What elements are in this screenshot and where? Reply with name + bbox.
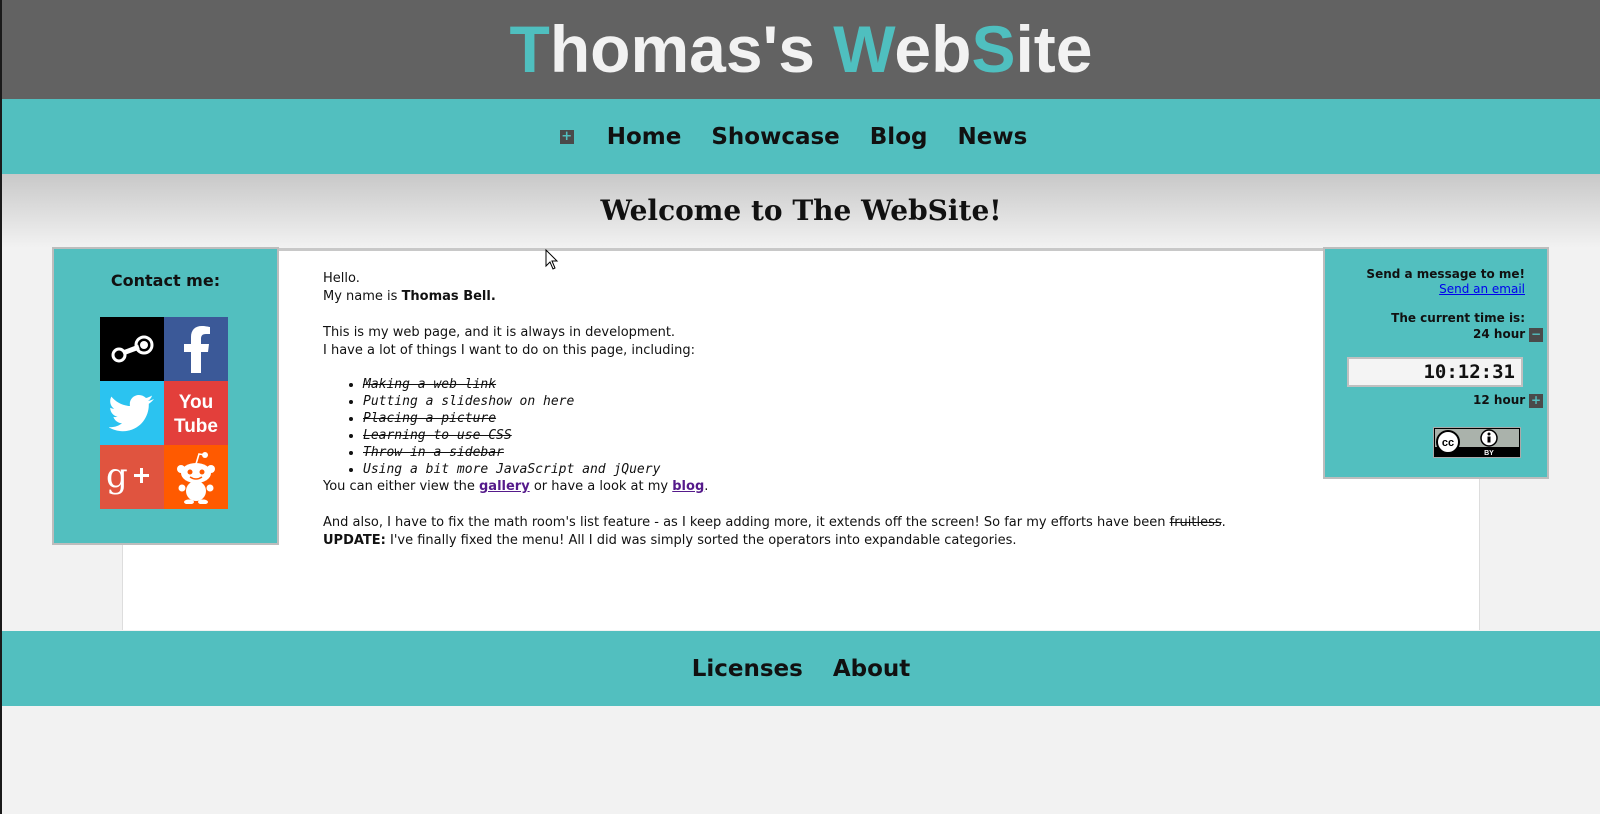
youtube-icon[interactable]: You Tube	[164, 381, 228, 445]
contact-panel: Contact me: You Tube g	[52, 247, 279, 545]
plus-icon[interactable]: +	[1529, 393, 1543, 408]
footer-nav: Licenses About	[2, 631, 1600, 706]
creative-commons-badge[interactable]: cc BY	[1433, 427, 1521, 458]
svg-text:Tube: Tube	[174, 416, 218, 437]
hour24-label: 24 hour	[1473, 327, 1526, 341]
list-item: Making a web link	[363, 376, 1273, 393]
title-part: S	[971, 12, 1016, 86]
svg-text:cc: cc	[1442, 437, 1454, 449]
welcome-band: Welcome to The WebSite!	[2, 174, 1600, 248]
right-sidebar: Send a message to me! Send an email The …	[1323, 247, 1549, 479]
expand-menu-icon[interactable]: +	[559, 129, 574, 144]
fruitless-text: fruitless	[1169, 515, 1222, 530]
main-nav: + Home Showcase Blog News	[2, 99, 1600, 174]
nav-showcase-link[interactable]: Showcase	[711, 124, 839, 150]
hour12-label: 12 hour	[1473, 393, 1526, 407]
list-item: Putting a slideshow on here	[363, 393, 1273, 410]
page-title: Welcome to The WebSite!	[600, 194, 1002, 227]
intro-line-1: This is my web page, and it is always in…	[323, 325, 676, 340]
site-header: Thomas's WebSite	[2, 0, 1600, 99]
update-label: UPDATE:	[323, 533, 386, 548]
title-part: T	[509, 12, 550, 86]
footer-licenses-link[interactable]: Licenses	[692, 656, 803, 682]
contact-title: Contact me:	[110, 271, 221, 290]
update-paragraph: And also, I have to fix the math room's …	[323, 514, 1273, 550]
title-part: ite	[1015, 12, 1093, 86]
nav-home-link[interactable]: Home	[607, 124, 682, 150]
name-prefix: My name is	[323, 289, 402, 304]
license-badge-text: BY	[1484, 450, 1494, 457]
minus-icon[interactable]: −	[1529, 327, 1543, 342]
view-prefix: You can either view the	[323, 479, 479, 494]
nav-news-link[interactable]: News	[957, 124, 1027, 150]
send-email-link[interactable]: Send an email	[1439, 282, 1525, 296]
name-line: My name is Thomas Bell.	[323, 288, 1273, 306]
gallery-link[interactable]: gallery	[479, 479, 530, 494]
main-text: Hello. My name is Thomas Bell. This is m…	[323, 270, 1273, 550]
site-title[interactable]: Thomas's WebSite	[2, 0, 1600, 99]
svg-text:You: You	[179, 392, 213, 413]
mouse-pointer-icon	[545, 249, 559, 270]
twitter-icon[interactable]	[100, 381, 164, 445]
title-part: homas's	[549, 12, 834, 86]
facebook-icon[interactable]	[164, 317, 228, 381]
also-dot: .	[1221, 515, 1226, 530]
footer-about-link[interactable]: About	[833, 656, 910, 682]
title-part: eb	[894, 12, 972, 86]
steam-icon[interactable]	[100, 317, 164, 381]
time-title: The current time is:	[1391, 311, 1525, 325]
intro-line-2: I have a lot of things I want to do on t…	[323, 343, 695, 358]
greeting: Hello.	[323, 271, 360, 286]
view-middle: or have a look at my	[529, 479, 673, 494]
update-text: I've finally fixed the menu! All I did w…	[385, 533, 1017, 548]
nav-blog-link[interactable]: Blog	[870, 124, 928, 150]
google-plus-icon[interactable]: g	[100, 445, 164, 509]
list-item: Throw in a sidebar	[363, 444, 1273, 461]
view-suffix: .	[704, 479, 709, 494]
clock-display: 10:12:31	[1347, 357, 1523, 387]
list-item: Placing a picture	[363, 410, 1273, 427]
social-links: You Tube g	[100, 317, 228, 509]
list-item: Learning to use CSS	[363, 427, 1273, 444]
todo-list: Making a web link Putting a slideshow on…	[363, 360, 1273, 478]
also-text: And also, I have to fix the math room's …	[323, 515, 1170, 530]
blog-link[interactable]: blog	[672, 479, 704, 494]
reddit-icon[interactable]	[164, 445, 228, 509]
svg-text:g: g	[106, 457, 128, 496]
list-item: Using a bit more JavaScript and jQuery	[363, 461, 1273, 478]
message-title: Send a message to me!	[1366, 267, 1525, 281]
title-part: W	[833, 12, 895, 86]
view-line: You can either view the gallery or have …	[323, 478, 1273, 496]
author-name: Thomas Bell.	[401, 289, 496, 304]
